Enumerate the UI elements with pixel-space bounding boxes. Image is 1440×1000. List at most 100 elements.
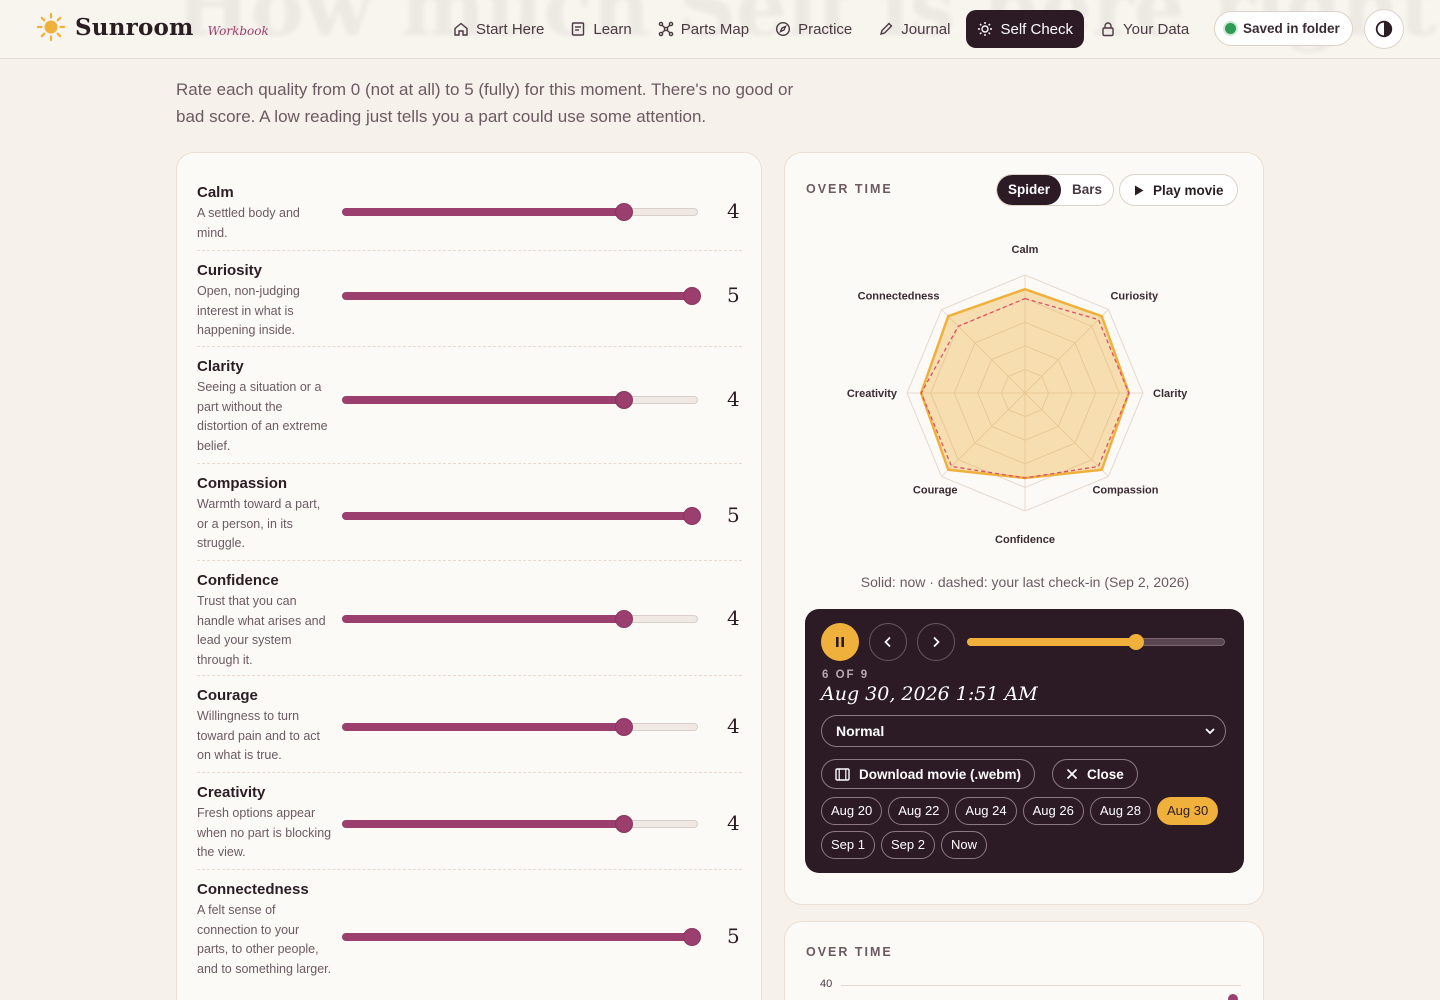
slider-thumb[interactable] bbox=[684, 929, 700, 945]
radar-axis-label: Calm bbox=[1012, 244, 1039, 256]
slider-fill bbox=[342, 820, 624, 828]
data-point bbox=[1228, 994, 1238, 1000]
quality-description: Willingness to turn toward pain and to a… bbox=[197, 709, 320, 762]
pause-button[interactable] bbox=[821, 623, 859, 661]
slider-thumb[interactable] bbox=[616, 611, 632, 627]
brand[interactable]: Sunroom Workbook bbox=[36, 12, 269, 42]
slider-thumb[interactable] bbox=[616, 392, 632, 408]
quality-value: 4 bbox=[727, 387, 740, 411]
nav-practice[interactable]: Practice bbox=[765, 10, 862, 48]
quality-slider[interactable] bbox=[342, 288, 700, 304]
quality-row: Clarity Seeing a situation or a part with… bbox=[197, 347, 742, 464]
quality-slider[interactable] bbox=[342, 204, 698, 220]
quality-slider[interactable] bbox=[342, 816, 698, 832]
quality-description: A felt sense of connection to your parts… bbox=[197, 903, 332, 976]
frame-chip[interactable]: Aug 24 bbox=[955, 797, 1017, 825]
quality-slider[interactable] bbox=[342, 719, 698, 735]
frame-chip[interactable]: Now bbox=[940, 831, 987, 859]
saved-status-badge[interactable]: Saved in folder bbox=[1214, 11, 1353, 46]
quality-slider[interactable] bbox=[342, 508, 700, 524]
speed-value: Normal bbox=[836, 723, 885, 739]
download-label: Download movie (.webm) bbox=[859, 766, 1022, 782]
radar-axis-label: Confidence bbox=[995, 534, 1055, 546]
quality-description: Open, non-judging interest in what is ha… bbox=[197, 284, 300, 337]
slider-fill bbox=[342, 933, 698, 941]
slider-fill bbox=[342, 615, 624, 623]
quality-value: 4 bbox=[727, 606, 740, 630]
slider-thumb[interactable] bbox=[616, 816, 632, 832]
frame-chip[interactable]: Sep 2 bbox=[880, 831, 935, 859]
play-movie-button[interactable]: Play movie bbox=[1119, 174, 1238, 206]
movie-scrubber[interactable] bbox=[967, 634, 1225, 650]
nav-label: Self Check bbox=[1000, 20, 1074, 38]
chevron-left-icon bbox=[884, 636, 891, 648]
quality-slider[interactable] bbox=[342, 392, 698, 408]
nav-start-here[interactable]: Start Here bbox=[443, 10, 554, 48]
scrubber-thumb[interactable] bbox=[1127, 634, 1144, 650]
slider-thumb[interactable] bbox=[684, 508, 700, 524]
slider-fill bbox=[342, 512, 698, 520]
frame-chip[interactable]: Sep 1 bbox=[821, 831, 875, 859]
quality-slider[interactable] bbox=[342, 929, 700, 945]
over-time-bars-card: OVER TIME 40 bbox=[784, 921, 1264, 1000]
frame-chips: Aug 20 Aug 22 Aug 24 Aug 26 Aug 28 Aug 30 Sep … bbox=[821, 797, 1231, 859]
close-icon bbox=[1066, 768, 1078, 780]
slider-fill bbox=[342, 208, 624, 216]
close-player-button[interactable]: Close bbox=[1052, 759, 1138, 789]
slider-thumb[interactable] bbox=[684, 288, 700, 304]
nav-learn[interactable]: Learn bbox=[560, 10, 641, 48]
radar-axis-label: Clarity bbox=[1153, 388, 1188, 400]
nav-label: Your Data bbox=[1123, 20, 1190, 38]
brand-name: Sunroom bbox=[75, 13, 194, 41]
quality-name: Confidence bbox=[197, 572, 279, 589]
slider-thumb[interactable] bbox=[616, 204, 632, 220]
download-movie-button[interactable]: Download movie (.webm) bbox=[821, 759, 1036, 789]
quality-value: 4 bbox=[727, 199, 740, 223]
quality-value: 5 bbox=[727, 503, 740, 527]
speed-select[interactable]: Normal bbox=[821, 715, 1226, 747]
network-icon bbox=[658, 21, 674, 37]
frame-chip[interactable]: Aug 20 bbox=[821, 797, 883, 825]
movie-player: 6 OF 9 Aug 30, 2026 1:51 AM Normal Downl… bbox=[805, 609, 1244, 873]
slider-thumb[interactable] bbox=[616, 719, 632, 735]
nav-label: Start Here bbox=[476, 20, 545, 38]
theme-toggle-button[interactable] bbox=[1364, 9, 1404, 49]
book-icon bbox=[572, 22, 585, 36]
next-frame-button[interactable] bbox=[917, 623, 955, 661]
sun-icon bbox=[978, 22, 993, 36]
lock-icon bbox=[1102, 22, 1114, 37]
quality-description: Trust that you can handle what arises an… bbox=[197, 594, 326, 667]
nav-journal[interactable]: Journal bbox=[868, 10, 960, 48]
quality-value: 5 bbox=[727, 283, 740, 307]
compass-icon bbox=[776, 21, 791, 37]
nav-your-data[interactable]: Your Data bbox=[1090, 10, 1199, 48]
frame-chip[interactable]: Aug 30 bbox=[1157, 797, 1219, 825]
quality-row: Compassion Warmth toward a part, or a per… bbox=[197, 464, 742, 561]
quality-description: A settled body and mind. bbox=[197, 206, 300, 240]
quality-description: Warmth toward a part, or a person, in it… bbox=[197, 497, 321, 550]
nav-parts-map[interactable]: Parts Map bbox=[648, 10, 759, 48]
quality-slider[interactable] bbox=[342, 611, 698, 627]
slider-fill bbox=[342, 396, 624, 404]
view-spider-button[interactable]: Spider bbox=[997, 175, 1062, 205]
contrast-icon bbox=[1375, 20, 1393, 38]
quality-row: Curiosity Open, non-judging interest in w… bbox=[197, 251, 742, 347]
radar-caption: Solid: now · dashed: your last check-in … bbox=[860, 574, 1190, 590]
frame-chip[interactable]: Aug 22 bbox=[888, 797, 950, 825]
chevron-right-icon bbox=[933, 636, 940, 648]
previous-frame-button[interactable] bbox=[869, 623, 907, 661]
quality-name: Clarity bbox=[197, 358, 244, 375]
over-time-card: OVER TIME Spider Bars Play movie Calm Cur… bbox=[784, 152, 1264, 905]
home-icon bbox=[454, 22, 468, 36]
nav-self-check[interactable]: Self Check bbox=[966, 10, 1085, 48]
view-bars-button[interactable]: Bars bbox=[1061, 175, 1113, 205]
status-dot-icon bbox=[1225, 23, 1236, 34]
frame-chip[interactable]: Aug 28 bbox=[1089, 797, 1152, 825]
quality-name: Curiosity bbox=[197, 262, 263, 279]
frame-date: Aug 30, 2026 1:51 AM bbox=[821, 683, 1038, 705]
nav-label: Learn bbox=[593, 20, 632, 38]
section-label: OVER TIME bbox=[806, 945, 893, 959]
radar-axis-label: Creativity bbox=[847, 388, 898, 400]
frame-chip[interactable]: Aug 26 bbox=[1022, 797, 1084, 825]
quality-name: Courage bbox=[197, 687, 258, 704]
